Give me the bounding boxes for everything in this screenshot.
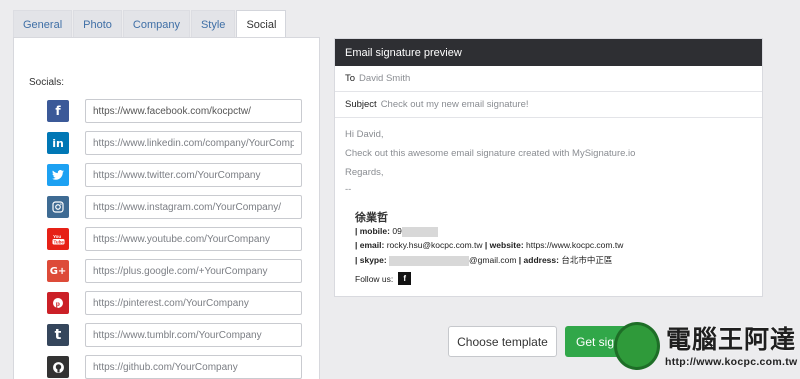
mobile-value: 09 bbox=[392, 226, 402, 236]
social-row-instagram bbox=[47, 195, 305, 219]
social-row-tumblr: t bbox=[47, 323, 305, 347]
follow-us-row: Follow us: f bbox=[355, 272, 412, 285]
email-body: Check out this awesome email signature c… bbox=[345, 148, 636, 159]
tab-style[interactable]: Style bbox=[190, 10, 236, 38]
site-watermark: 電腦王阿達 http://www.kocpc.com.tw bbox=[608, 318, 800, 379]
signature-mobile-line: | mobile: 09 bbox=[355, 226, 438, 237]
youtube-icon: You Tube bbox=[47, 228, 69, 250]
email-separator: -- bbox=[345, 184, 352, 195]
github-url-input[interactable] bbox=[85, 355, 302, 379]
linkedin-url-input[interactable] bbox=[85, 131, 302, 155]
google-plus-url-input[interactable] bbox=[85, 259, 302, 283]
address-value: 台北市中正區 bbox=[561, 255, 613, 265]
svg-text:Tube: Tube bbox=[53, 240, 64, 245]
tab-company[interactable]: Company bbox=[122, 10, 190, 38]
signature-skype-line: | skype: @gmail.com | address: 台北市中正區 bbox=[355, 254, 612, 266]
tumblr-url-input[interactable] bbox=[85, 323, 302, 347]
tab-bar: General Photo Company Style Social bbox=[13, 10, 287, 38]
to-value: David Smith bbox=[359, 73, 411, 84]
instagram-icon bbox=[47, 196, 69, 218]
follow-us-label: Follow us: bbox=[355, 273, 394, 284]
svg-text:p: p bbox=[56, 299, 60, 308]
email-label: | email: bbox=[355, 240, 385, 250]
skype-label: | skype: bbox=[355, 255, 387, 265]
social-row-twitter bbox=[47, 163, 305, 187]
email-preview-panel: Email signature preview To David Smith S… bbox=[334, 38, 763, 297]
website-label: | website: bbox=[484, 240, 524, 250]
to-label: To bbox=[345, 73, 356, 84]
social-row-linkedin: in bbox=[47, 131, 305, 155]
mobile-label: | mobile: bbox=[355, 226, 390, 236]
subject-value: Check out my new email signature! bbox=[380, 99, 529, 110]
choose-template-button[interactable]: Choose template bbox=[448, 326, 557, 357]
social-row-google-plus: G+ bbox=[47, 259, 305, 283]
github-icon bbox=[47, 356, 69, 378]
pinterest-icon: p bbox=[47, 292, 69, 314]
subject-label: Subject bbox=[345, 99, 377, 110]
social-settings-panel: Socials: f in YouTube G+ p t bbox=[13, 37, 320, 379]
twitter-url-input[interactable] bbox=[85, 163, 302, 187]
watermark-logo-icon bbox=[614, 322, 660, 370]
signature-name: 徐業哲 bbox=[355, 212, 388, 224]
tumblr-icon: t bbox=[47, 324, 69, 346]
address-label: | address: bbox=[518, 255, 559, 265]
tab-social[interactable]: Social bbox=[236, 10, 287, 38]
watermark-url: http://www.kocpc.com.tw bbox=[665, 356, 798, 368]
socials-label: Socials: bbox=[29, 77, 65, 88]
tab-photo[interactable]: Photo bbox=[73, 10, 122, 38]
subject-row: Subject Check out my new email signature… bbox=[335, 92, 762, 118]
facebook-url-input[interactable] bbox=[85, 99, 302, 123]
svg-text:You: You bbox=[53, 234, 61, 239]
social-row-pinterest: p bbox=[47, 291, 305, 315]
skype-value: @gmail.com bbox=[469, 255, 517, 265]
email-greeting: Hi David, bbox=[345, 129, 384, 140]
linkedin-icon: in bbox=[47, 132, 69, 154]
pinterest-url-input[interactable] bbox=[85, 291, 302, 315]
to-row: To David Smith bbox=[335, 66, 762, 92]
tab-general[interactable]: General bbox=[13, 10, 73, 38]
redacted-block bbox=[389, 255, 470, 266]
signature-email-line: | email: rocky.hsu@kocpc.com.tw | websit… bbox=[355, 240, 623, 250]
social-row-youtube: You Tube bbox=[47, 227, 305, 251]
preview-title: Email signature preview bbox=[335, 39, 762, 66]
email-value[interactable]: rocky.hsu@kocpc.com.tw bbox=[387, 240, 483, 250]
website-value[interactable]: https://www.kocpc.com.tw bbox=[526, 240, 623, 250]
facebook-icon[interactable]: f bbox=[398, 272, 412, 285]
redacted-block bbox=[401, 226, 438, 237]
facebook-icon: f bbox=[47, 100, 69, 122]
social-row-facebook: f bbox=[47, 99, 305, 123]
social-row-github bbox=[47, 355, 305, 379]
email-closing: Regards, bbox=[345, 167, 384, 178]
google-plus-icon: G+ bbox=[47, 260, 69, 282]
youtube-url-input[interactable] bbox=[85, 227, 302, 251]
twitter-icon bbox=[47, 164, 69, 186]
watermark-title: 電腦王阿達 bbox=[666, 325, 797, 354]
instagram-url-input[interactable] bbox=[85, 195, 302, 219]
